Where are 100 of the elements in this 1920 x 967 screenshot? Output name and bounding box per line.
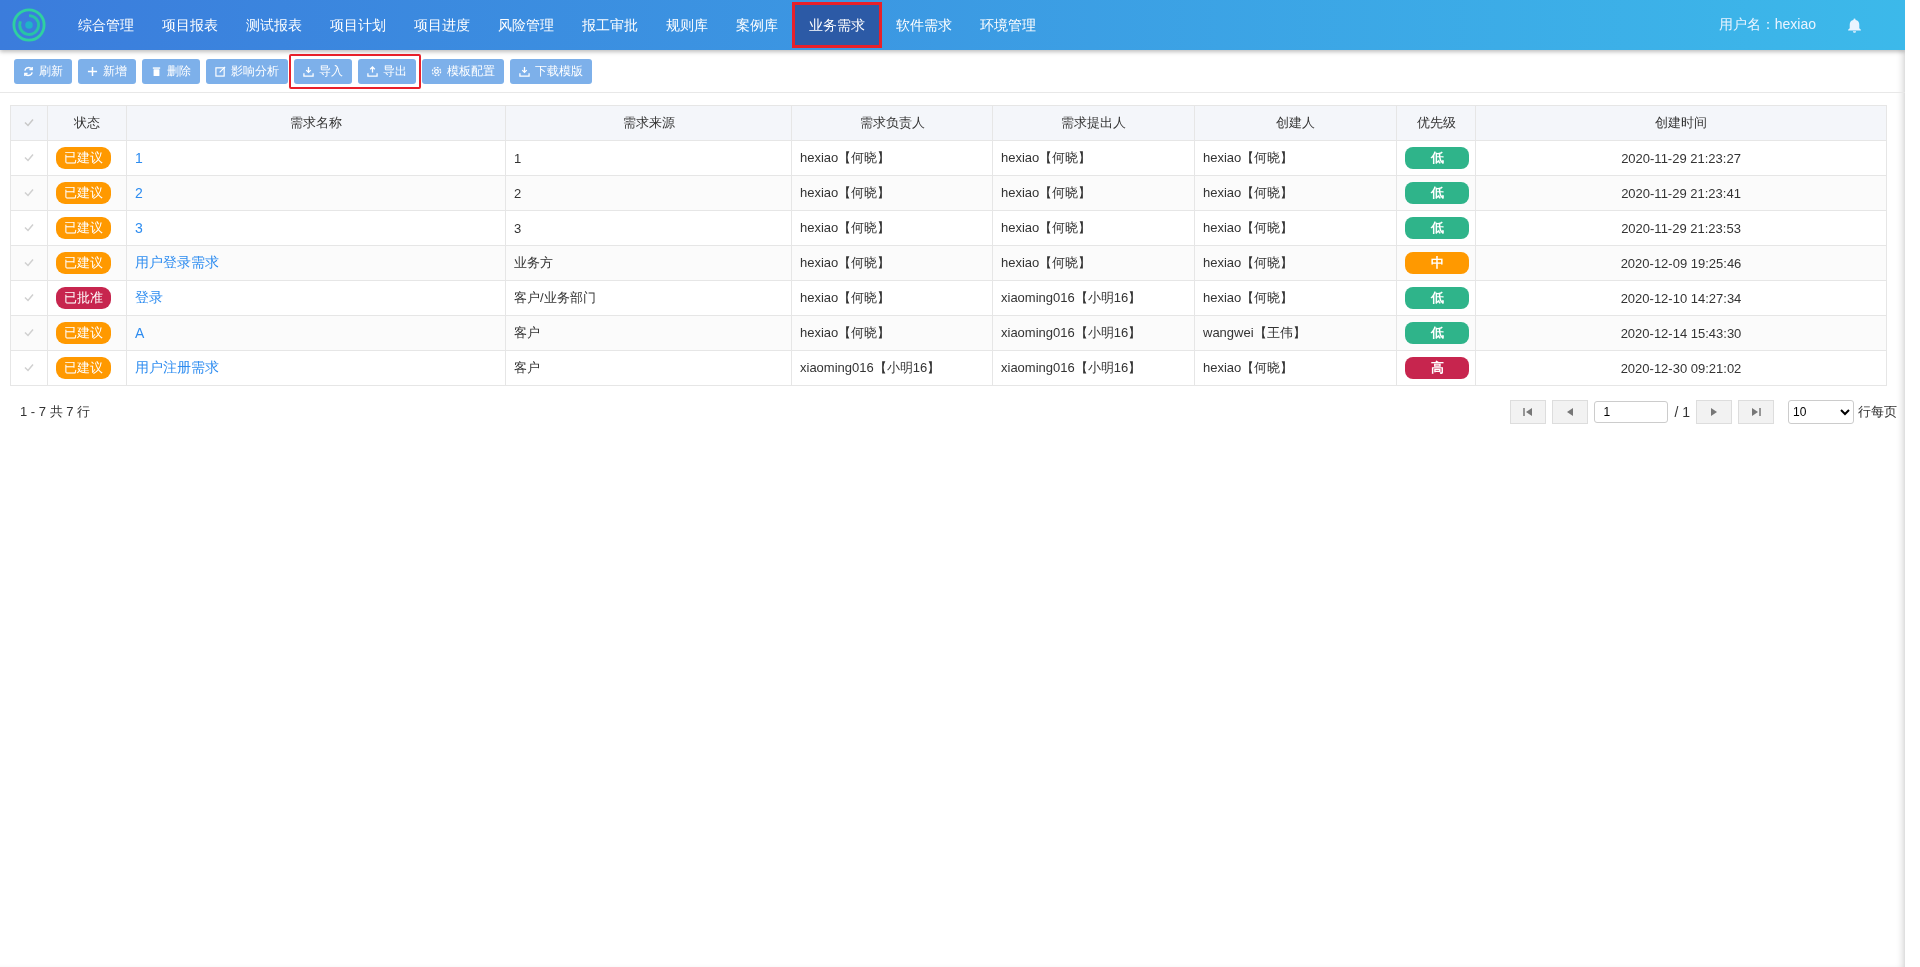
nav-tab[interactable]: 环境管理 (966, 0, 1050, 50)
table-cell: hexiao【何晓】 (1001, 220, 1092, 235)
table-cell: hexiao【何晓】 (1203, 255, 1294, 270)
rows-per-page-label: 行每页 (1858, 403, 1897, 421)
column-header: 需求名称 (290, 115, 342, 130)
plus-icon (87, 66, 98, 77)
table-cell: hexiao【何晓】 (1203, 290, 1294, 305)
table-cell: hexiao【何晓】 (1001, 185, 1092, 200)
priority-badge: 低 (1405, 182, 1469, 204)
right-triangle-icon (1709, 407, 1719, 417)
table-cell: hexiao【何晓】 (1203, 360, 1294, 375)
table-cell: 2020-12-14 15:43:30 (1620, 325, 1742, 341)
toolbar-button[interactable]: 导出 (358, 59, 416, 84)
priority-badge: 低 (1405, 287, 1469, 309)
requirement-link[interactable]: 3 (135, 220, 143, 236)
toolbar-button[interactable]: 下载模版 (510, 59, 592, 84)
table-cell: 2020-12-30 09:21:02 (1620, 360, 1742, 376)
toolbar-button[interactable]: 删除 (142, 59, 200, 84)
toolbar-button[interactable]: 新增 (78, 59, 136, 84)
row-count-text: 1 - 7 共 7 行 (20, 403, 91, 421)
column-header: 需求来源 (622, 115, 675, 130)
username-label: 用户名：hexiao (1718, 16, 1816, 34)
table-cell: hexiao【何晓】 (1203, 220, 1294, 235)
edit-icon (215, 66, 226, 77)
table-cell: xiaoming016【小明16】 (1001, 360, 1142, 375)
table-cell: 2 (514, 185, 522, 201)
left-triangle-icon (1565, 407, 1576, 417)
column-header: 需求提出人 (1061, 115, 1126, 130)
page-size-select[interactable]: 10 (1788, 400, 1854, 424)
nav-tab[interactable]: 综合管理 (64, 0, 148, 50)
requirement-link[interactable]: A (135, 325, 145, 341)
table-cell: hexiao【何晓】 (800, 185, 891, 200)
table-cell: hexiao【何晓】 (1203, 150, 1294, 165)
first-page-button[interactable] (1510, 400, 1547, 424)
table-cell: 2020-12-09 19:25:46 (1620, 255, 1742, 271)
trash-icon (151, 66, 162, 77)
gear-icon (431, 66, 442, 77)
refresh-icon (23, 66, 34, 77)
table-cell: 2020-11-29 21:23:53 (1621, 220, 1741, 236)
column-header: 创建时间 (1655, 115, 1707, 130)
download-icon (519, 66, 530, 77)
table-cell: hexiao【何晓】 (1203, 185, 1294, 200)
toolbar-button[interactable]: 模板配置 (422, 59, 504, 84)
status-badge: 已建议 (56, 357, 111, 379)
last-page-icon (1751, 407, 1761, 417)
table-cell: hexiao【何晓】 (800, 325, 891, 340)
requirement-link[interactable]: 用户注册需求 (135, 359, 219, 375)
table-cell: hexiao【何晓】 (800, 150, 891, 165)
priority-badge: 低 (1405, 147, 1469, 169)
table-cell: 1 (514, 150, 522, 166)
first-page-icon (1523, 407, 1534, 417)
requirement-link[interactable]: 登录 (135, 289, 163, 305)
table-cell: xiaoming016【小明16】 (800, 360, 941, 375)
nav-tab[interactable]: 项目进度 (400, 0, 484, 50)
table-cell: xiaoming016【小明16】 (1001, 325, 1142, 340)
next-page-button[interactable] (1696, 400, 1732, 424)
table-cell: 2020-11-29 21:23:41 (1621, 185, 1741, 201)
status-badge: 已批准 (56, 287, 111, 309)
nav-tab[interactable]: 软件需求 (882, 0, 966, 50)
swirl-logo-icon (12, 8, 46, 42)
table-cell: hexiao【何晓】 (1001, 255, 1092, 270)
toolbar-button[interactable]: 导入 (294, 59, 352, 84)
status-badge: 已建议 (56, 147, 111, 169)
table-cell: 2020-11-29 21:23:27 (1621, 150, 1741, 166)
nav-tab[interactable]: 项目计划 (316, 0, 400, 50)
upload-icon (367, 66, 378, 77)
previous-page-button[interactable] (1552, 400, 1589, 424)
column-header: 状态 (74, 115, 100, 130)
nav-tab[interactable]: 测试报表 (232, 0, 316, 50)
requirement-link[interactable]: 2 (135, 185, 143, 201)
nav-tab[interactable]: 报工审批 (568, 0, 652, 50)
table-cell: 2020-12-10 14:27:34 (1620, 290, 1742, 306)
status-badge: 已建议 (56, 182, 111, 204)
toolbar-button[interactable]: 影响分析 (206, 59, 288, 84)
column-header: 优先级 (1416, 115, 1456, 130)
requirement-link[interactable]: 1 (135, 150, 143, 166)
status-badge: 已建议 (56, 252, 111, 274)
priority-badge: 低 (1405, 217, 1469, 239)
download-icon (303, 66, 314, 77)
status-badge: 已建议 (56, 322, 111, 344)
column-header: 需求负责人 (859, 115, 925, 130)
table-cell: 客户 (514, 325, 540, 340)
nav-tab[interactable]: 规则库 (652, 0, 722, 50)
nav-tab[interactable]: 业务需求 (792, 2, 882, 48)
table-cell: hexiao【何晓】 (800, 255, 891, 270)
last-page-button[interactable] (1738, 400, 1774, 424)
table-cell: xiaoming016【小明16】 (1001, 290, 1142, 305)
table-cell: hexiao【何晓】 (800, 220, 891, 235)
nav-tab[interactable]: 案例库 (722, 0, 792, 50)
nav-tab[interactable]: 风险管理 (484, 0, 568, 50)
toolbar-button[interactable]: 刷新 (14, 59, 72, 84)
bell-icon[interactable] (1846, 16, 1863, 34)
table-cell: hexiao【何晓】 (800, 290, 891, 305)
page-number-field[interactable]: 1 (1594, 401, 1669, 423)
nav-tab[interactable]: 项目报表 (148, 0, 232, 50)
page-total-text: / 1 (1674, 404, 1690, 420)
table-cell: wangwei【王伟】 (1203, 325, 1306, 340)
table-cell: 客户/业务部门 (514, 290, 596, 305)
table-cell: hexiao【何晓】 (1001, 150, 1092, 165)
requirement-link[interactable]: 用户登录需求 (135, 254, 219, 270)
